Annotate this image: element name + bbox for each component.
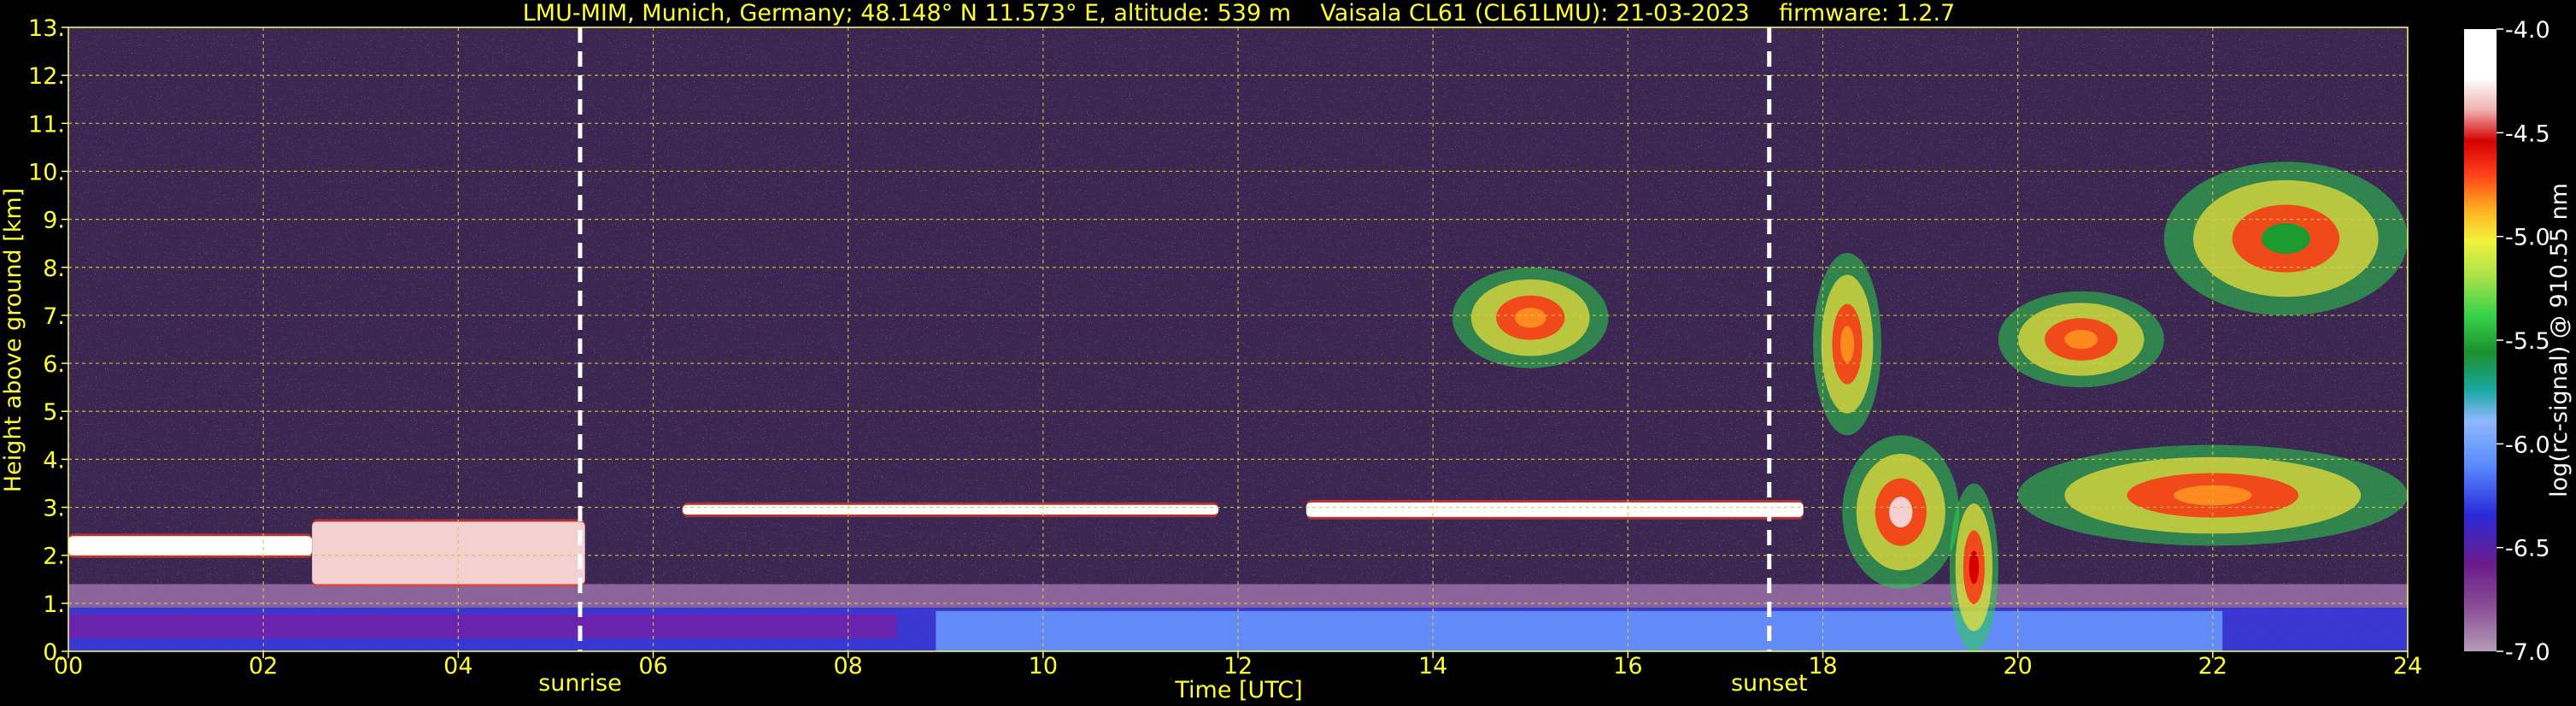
x-tick-label: 08 [833, 653, 862, 680]
cloud-cell [2163, 162, 2408, 315]
cloud-cell [1842, 435, 1960, 589]
y-tick-label: 0. [43, 639, 65, 666]
x-tick-label: 20 [2003, 653, 2032, 680]
event-label-sunset: sunset [1731, 670, 1808, 697]
y-tick-label: 4. [43, 447, 65, 474]
x-tick-label: 16 [1613, 653, 1642, 680]
ceilometer-chart: sunrise sunset 00 02 04 06 08 10 12 14 16 18 20 22 24… [0, 0, 2573, 703]
cloud-layer-core [1306, 502, 1804, 517]
cloud-cell-core [1889, 497, 1913, 528]
y-axis-ticks: 0. 1. 2. 3. 4. 5. 6. 7. 8. 9. 10. 11. 12. 13. [28, 15, 68, 666]
cloud-layer-core [312, 521, 585, 585]
y-tick-label: 12. [28, 63, 65, 90]
chart-title: LMU-MIM, Munich, Germany; 48.148° N 11.5… [523, 0, 1956, 26]
x-axis-label: Time [UTC] [1174, 677, 1302, 703]
cloud-layer [682, 502, 1219, 517]
y-tick-label: 1. [43, 591, 65, 618]
cloud-layer [312, 519, 585, 587]
x-tick-label: 02 [249, 653, 278, 680]
y-tick-label: 8. [43, 256, 65, 282]
colorbar-ticks: -4.0 -4.5 -5.0 -5.5 -6.0 -6.5 -7.0 [2497, 17, 2550, 666]
y-tick-label: 5. [43, 399, 65, 426]
event-label-sunrise: sunrise [538, 670, 622, 697]
cloud-layer [1306, 499, 1804, 520]
boundary-layer-night [68, 614, 897, 638]
y-tick-label: 13. [28, 15, 65, 42]
colorbar-tick-label: -6.5 [2505, 536, 2550, 562]
cloud-cell [1998, 291, 2164, 388]
colorbar-tick-label: -4.5 [2505, 121, 2550, 147]
colorbar [2464, 29, 2497, 651]
x-tick-label: 06 [638, 653, 667, 680]
x-axis-ticks: 00 02 04 06 08 10 12 14 16 18 20 22 24 [54, 651, 2422, 680]
y-tick-label: 11. [28, 111, 65, 138]
colorbar-tick-label: -4.0 [2505, 17, 2550, 44]
cloud-cell-core [2261, 223, 2310, 255]
colorbar-label: log(rc-signal) @ 910.55 nm [2546, 183, 2573, 497]
y-tick-label: 7. [43, 303, 65, 330]
cloud-layer-core [682, 504, 1219, 515]
cloud-layer-core [68, 536, 313, 556]
y-tick-label: 9. [43, 208, 65, 234]
colorbar-tick-label: -5.0 [2505, 225, 2550, 251]
x-tick-label: 04 [443, 653, 472, 680]
x-tick-label: 12 [1223, 653, 1253, 680]
y-tick-label: 2. [43, 544, 65, 570]
colorbar-tick-label: -6.0 [2505, 432, 2550, 458]
x-tick-label: 10 [1029, 653, 1058, 680]
x-tick-label: 14 [1418, 653, 1447, 680]
y-tick-label: 10. [28, 159, 65, 185]
y-tick-label: 3. [43, 496, 65, 522]
colorbar-tick-label: -7.0 [2505, 639, 2550, 666]
y-tick-label: 6. [43, 351, 65, 378]
cloud-cell-core [1840, 326, 1855, 362]
colorbar-tick-label: -5.5 [2505, 328, 2550, 355]
x-tick-label: 18 [1808, 653, 1837, 680]
cloud-layer [68, 533, 313, 558]
cloud-cell-core [1514, 307, 1546, 328]
cloud-cell [1452, 267, 1609, 368]
x-tick-label: 24 [2393, 653, 2422, 680]
x-tick-label: 22 [2198, 653, 2227, 680]
boundary-layer-day [936, 610, 2223, 651]
y-axis-label: Height above ground [km] [0, 188, 26, 492]
cloud-cell-core [2064, 329, 2098, 350]
cloud-cell [1949, 483, 1998, 651]
